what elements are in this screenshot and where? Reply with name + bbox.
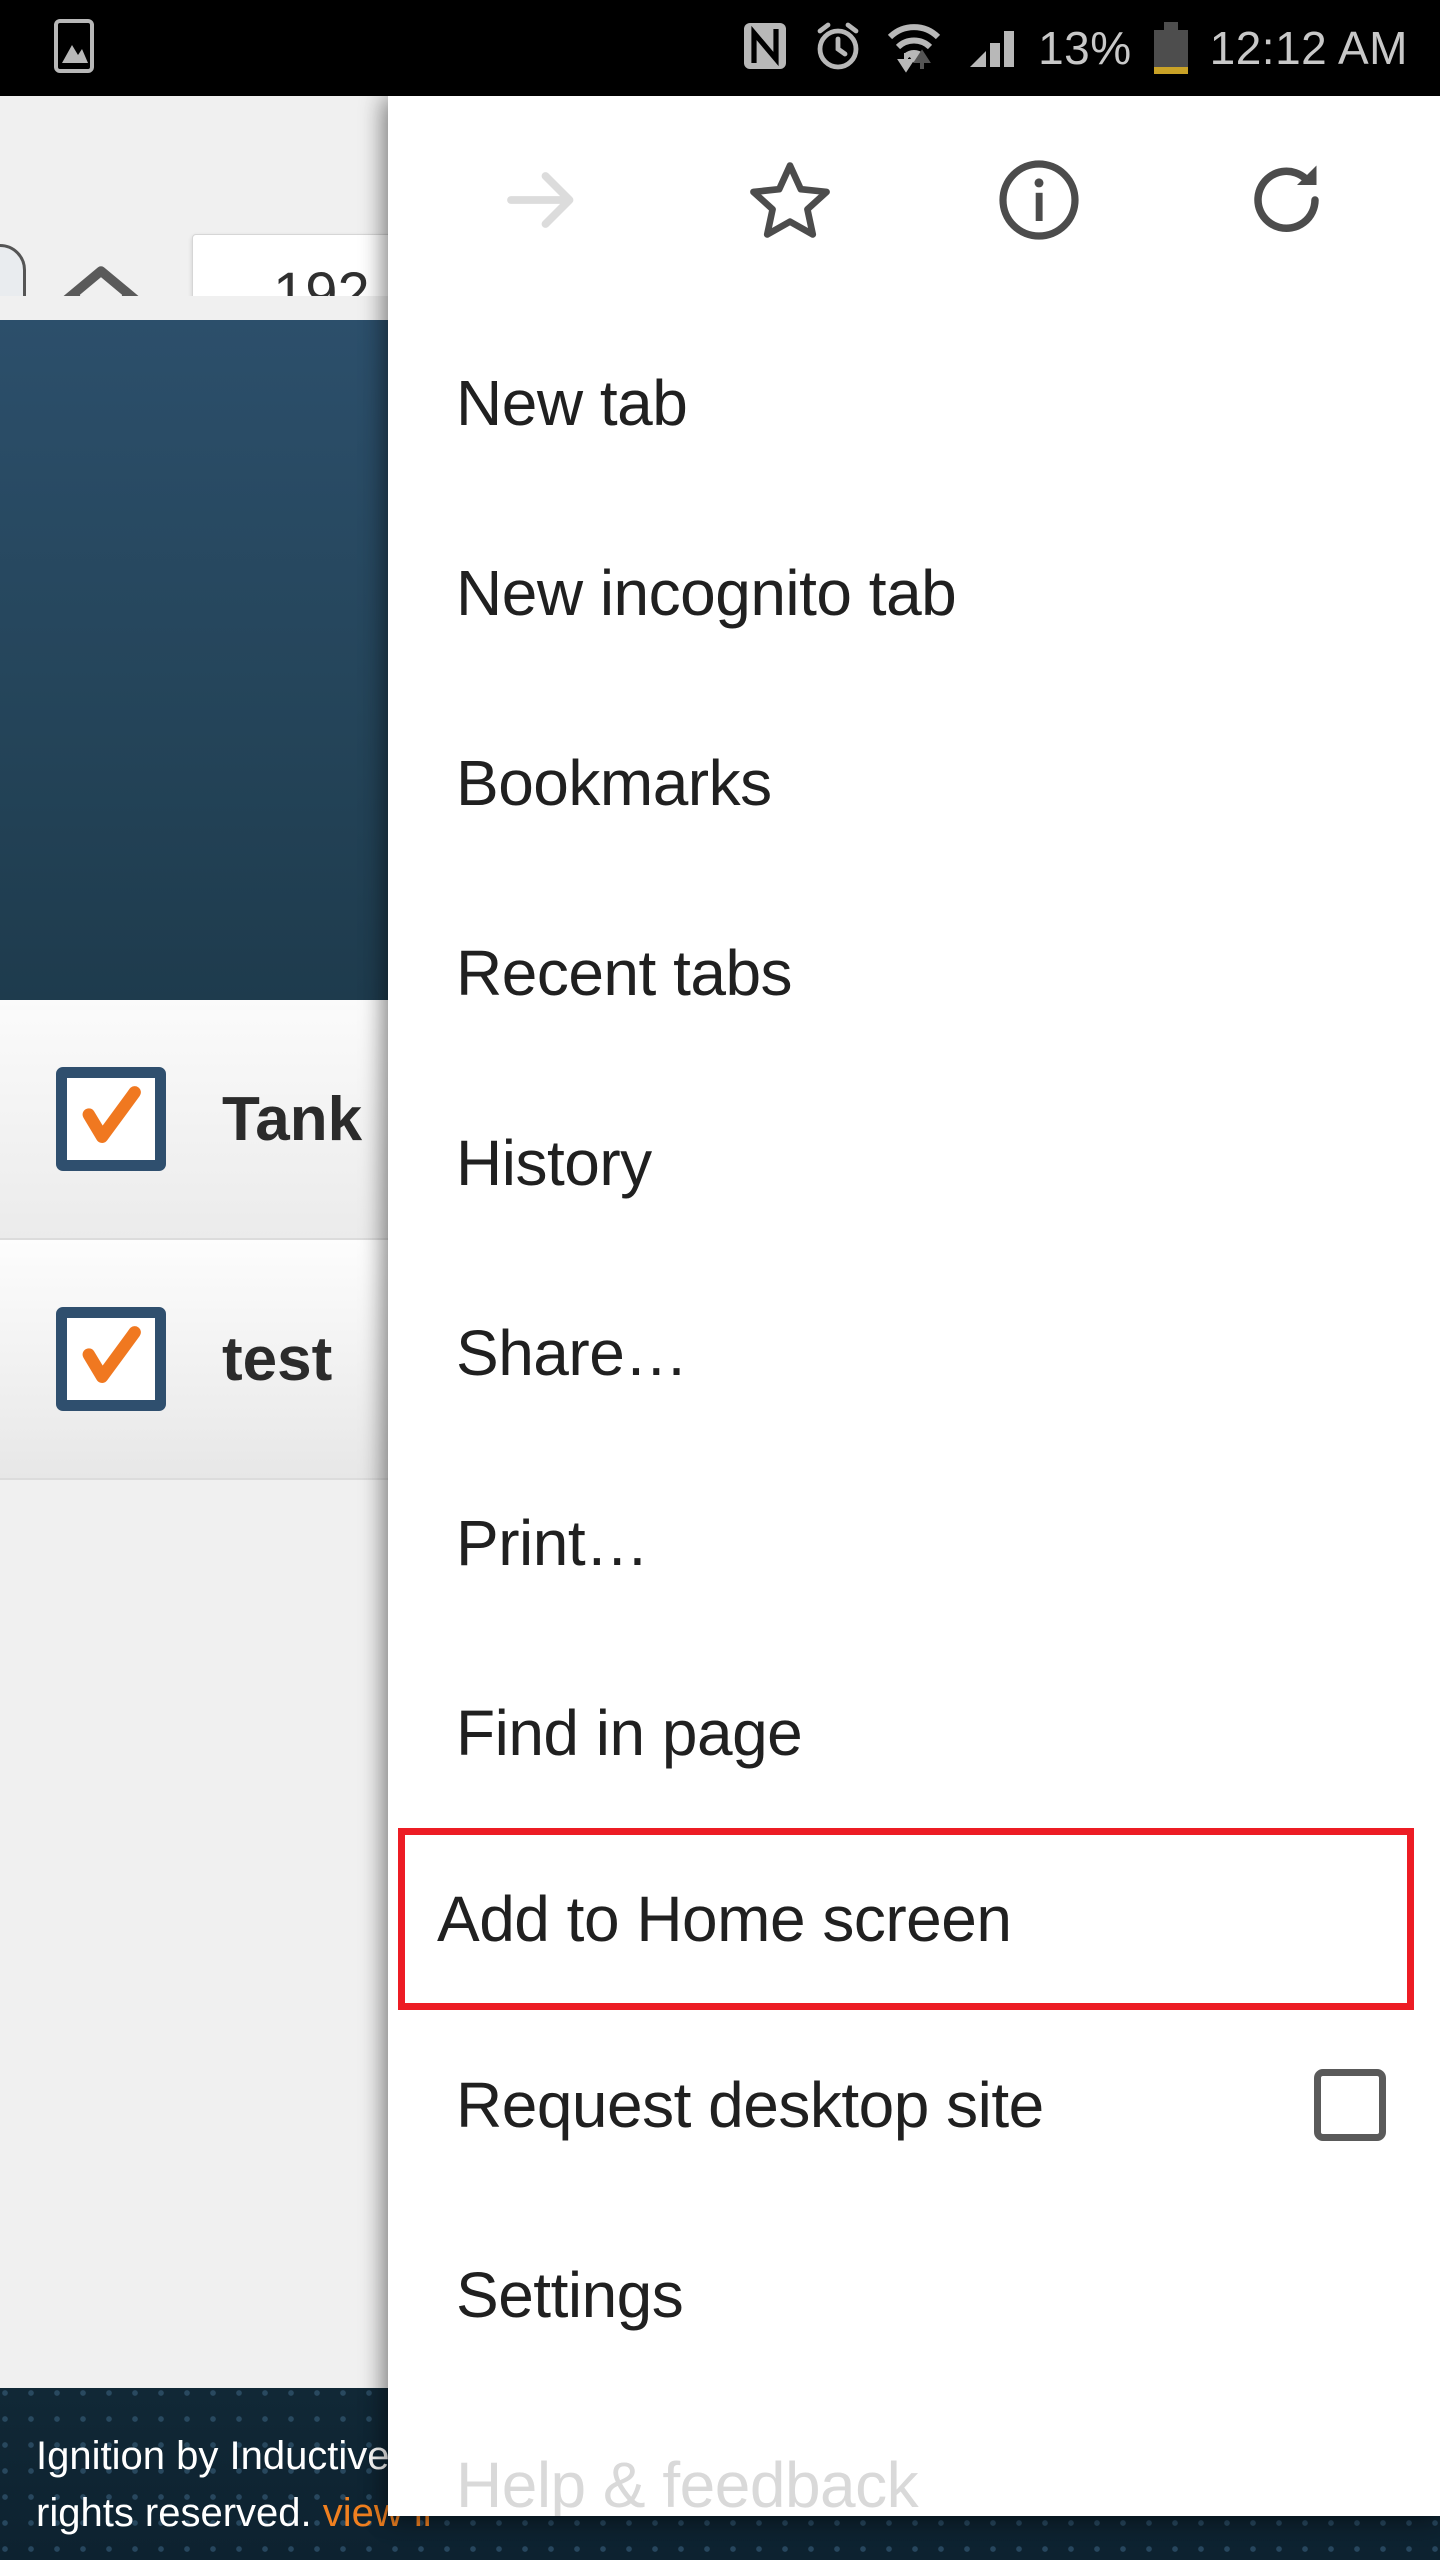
menu-item-bookmarks[interactable]: Bookmarks	[388, 688, 1440, 878]
orange-check-glyph	[82, 1086, 141, 1143]
reload-icon[interactable]	[1163, 96, 1412, 304]
bookmark-star-icon[interactable]	[665, 96, 914, 304]
menu-item-share[interactable]: Share…	[388, 1258, 1440, 1448]
menu-item-label: Recent tabs	[456, 937, 793, 1009]
alarm-icon	[812, 19, 864, 78]
status-bar-left-icons	[50, 18, 98, 78]
menu-item-label: Share…	[456, 1317, 688, 1389]
menu-item-label: Print…	[456, 1507, 649, 1579]
image-icon	[50, 18, 98, 78]
menu-item-settings[interactable]: Settings	[388, 2200, 1440, 2390]
menu-item-label: Add to Home screen	[437, 1883, 1012, 1955]
nfc-icon	[740, 19, 790, 78]
checkbox-check-icon	[56, 1307, 166, 1411]
phone-screen: 13% 12:12 AM 192.1 Igni by indu	[0, 0, 1440, 2560]
status-bar-right-icons: 13% 12:12 AM	[740, 19, 1408, 78]
status-bar: 13% 12:12 AM	[0, 0, 1440, 96]
menu-item-label: Settings	[456, 2259, 684, 2331]
menu-item-label: Help & feedback	[456, 2449, 919, 2516]
forward-arrow-icon[interactable]	[416, 96, 665, 304]
menu-item-new-tab[interactable]: New tab	[388, 308, 1440, 498]
menu-item-recent-tabs[interactable]: Recent tabs	[388, 878, 1440, 1068]
menu-item-history[interactable]: History	[388, 1068, 1440, 1258]
menu-header-icons	[388, 96, 1440, 304]
menu-item-label: Request desktop site	[456, 2069, 1044, 2141]
wifi-transfer-icon	[886, 19, 942, 78]
signal-bars-icon	[964, 19, 1016, 78]
battery-percent-label: 13%	[1038, 22, 1132, 74]
menu-item-label: Bookmarks	[456, 747, 772, 819]
footer-line-2-prefix: rights reserved.	[36, 2490, 323, 2535]
menu-item-label: New incognito tab	[456, 557, 957, 629]
page-info-icon[interactable]	[914, 96, 1163, 304]
orange-check-glyph	[82, 1326, 141, 1383]
menu-item-new-incognito-tab[interactable]: New incognito tab	[388, 498, 1440, 688]
menu-item-label: New tab	[456, 367, 688, 439]
clock-label: 12:12 AM	[1209, 22, 1408, 74]
menu-item-add-to-home-screen[interactable]: Add to Home screen	[398, 1828, 1414, 2010]
menu-item-label: Find in page	[456, 1697, 803, 1769]
checkbox-check-icon	[56, 1067, 166, 1171]
menu-item-print[interactable]: Print…	[388, 1448, 1440, 1638]
menu-item-request-desktop-site[interactable]: Request desktop site	[388, 2010, 1440, 2200]
menu-item-list: New tab New incognito tab Bookmarks Rece…	[388, 304, 1440, 2516]
menu-item-help-and-feedback[interactable]: Help & feedback	[388, 2390, 1440, 2516]
request-desktop-site-checkbox[interactable]	[1314, 2069, 1386, 2141]
menu-item-label: History	[456, 1127, 652, 1199]
list-item-label: test	[222, 1324, 333, 1394]
browser-overflow-menu: New tab New incognito tab Bookmarks Rece…	[388, 96, 1440, 2516]
menu-item-find-in-page[interactable]: Find in page	[388, 1638, 1440, 1828]
list-item-label: Tank	[222, 1084, 363, 1154]
battery-icon	[1153, 22, 1188, 74]
